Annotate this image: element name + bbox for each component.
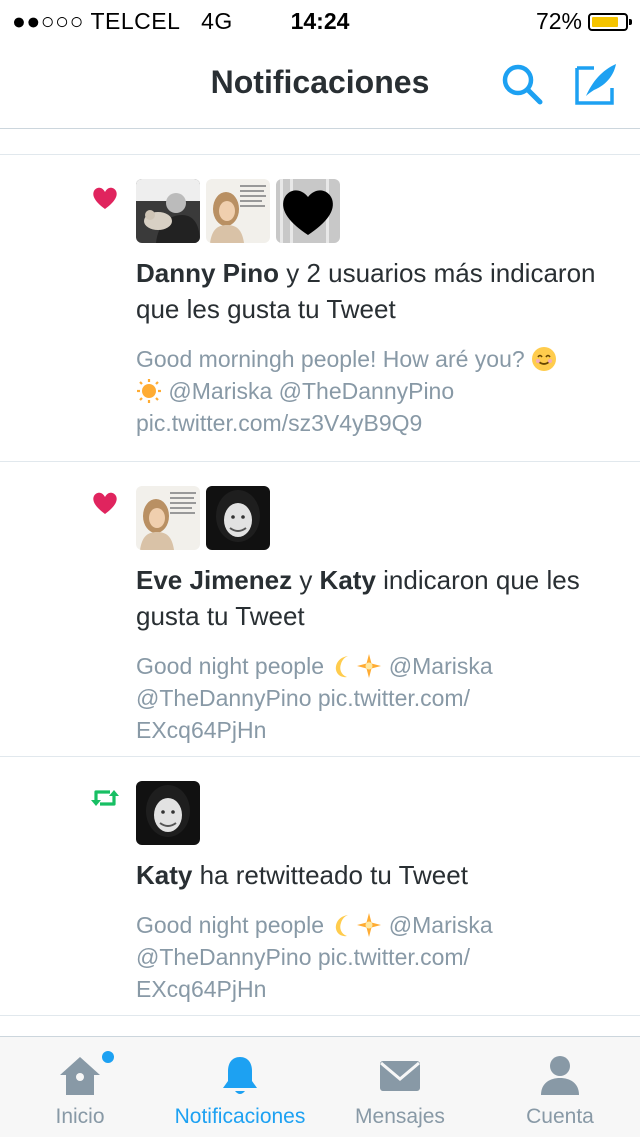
compose-tweet-icon[interactable] [572, 60, 620, 108]
tweet-link[interactable]: pic.twitter.com/sz3V4yB9Q9 [136, 407, 616, 439]
home-icon [56, 1051, 104, 1099]
tweet-preview[interactable]: Good morningh people! How aré you? @Mari… [136, 343, 616, 439]
notification-item[interactable]: Eve Jimenez y Katy indicaron que les gus… [0, 462, 640, 757]
moon-emoji-icon [330, 653, 356, 679]
smile-emoji-icon [531, 346, 557, 372]
tweet-link[interactable]: EXcq64PjHn [136, 973, 616, 1005]
avatar-group [136, 179, 340, 243]
user-name[interactable]: Eve Jimenez [136, 565, 292, 595]
tweet-preview[interactable]: Good night people @Mariska @TheDannyPino… [136, 909, 616, 1005]
tab-home[interactable]: Inicio [0, 1037, 160, 1137]
battery-percent: 72% [535, 8, 582, 34]
avatar[interactable] [206, 486, 270, 550]
avatar[interactable] [276, 179, 340, 243]
user-name[interactable]: Katy [136, 860, 192, 890]
sparkle-emoji-icon [356, 653, 382, 679]
search-icon[interactable] [498, 60, 546, 108]
nav-bar: Notificaciones [0, 42, 640, 129]
tab-messages[interactable]: Mensajes [320, 1037, 480, 1137]
battery-icon [588, 12, 632, 31]
bell-icon [216, 1051, 264, 1099]
avatar[interactable] [206, 179, 270, 243]
tab-notifications[interactable]: Notificaciones [160, 1037, 320, 1137]
tweet-preview[interactable]: Good night people @Mariska @TheDannyPino… [136, 650, 616, 746]
moon-emoji-icon [330, 912, 356, 938]
battery-info: 72% [535, 8, 632, 35]
heart-icon [88, 488, 122, 518]
avatar[interactable] [136, 179, 200, 243]
avatar[interactable] [136, 781, 200, 845]
notification-text: Katy ha retwitteado tu Tweet [136, 860, 468, 890]
tab-account[interactable]: Cuenta [480, 1037, 640, 1137]
avatar-group [136, 781, 200, 845]
notification-item[interactable]: Katy ha retwitteado tu Tweet Good night … [0, 757, 640, 1016]
status-bar: ●●○○○ TELCEL 4G 14:24 72% [0, 0, 640, 42]
sun-emoji-icon [136, 378, 162, 404]
avatar[interactable] [136, 486, 200, 550]
sparkle-emoji-icon [356, 912, 382, 938]
envelope-icon [376, 1051, 424, 1099]
tweet-link[interactable]: EXcq64PjHn [136, 714, 616, 746]
user-name[interactable]: Danny Pino [136, 258, 279, 288]
tab-bar: Inicio Notificaciones Mensajes Cuenta [0, 1036, 640, 1137]
person-icon [536, 1051, 584, 1099]
notification-item[interactable]: Danny Pino y 2 usuarios más indicaron qu… [0, 155, 640, 462]
heart-icon [88, 183, 122, 213]
avatar-group [136, 486, 270, 550]
retweet-icon [88, 783, 122, 813]
new-content-dot [102, 1051, 114, 1063]
notification-text: Eve Jimenez y Katy indicaron que les gus… [136, 565, 580, 631]
notification-text: Danny Pino y 2 usuarios más indicaron qu… [136, 258, 596, 324]
user-name[interactable]: Katy [320, 565, 376, 595]
